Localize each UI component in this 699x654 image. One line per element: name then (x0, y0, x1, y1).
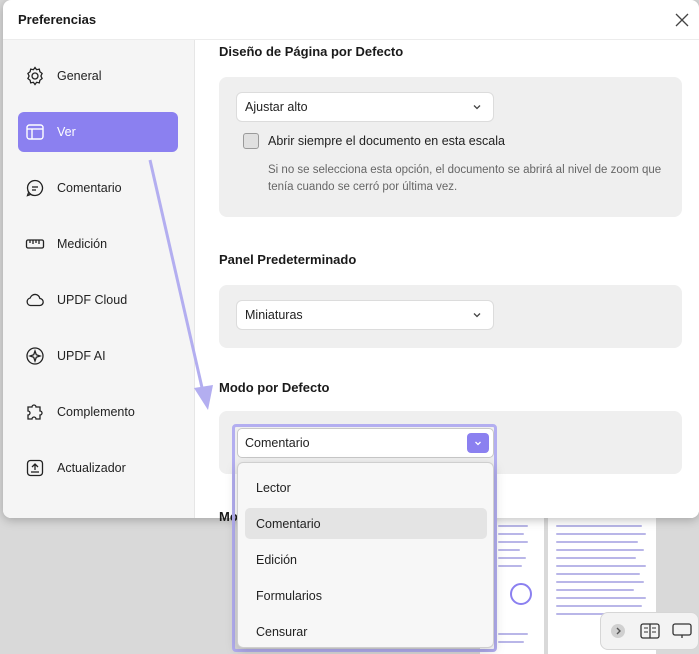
section-title-default-mode: Modo por Defecto (219, 380, 330, 395)
page-layout-select[interactable]: Ajustar alto (236, 92, 494, 122)
sidebar-item-comentario[interactable]: Comentario (18, 168, 178, 208)
sidebar-item-ver[interactable]: Ver (18, 112, 178, 152)
sidebar-item-general[interactable]: General (18, 56, 178, 96)
default-panel-select[interactable]: Miniaturas (236, 300, 494, 330)
sidebar-item-label: Complemento (57, 405, 135, 419)
gear-icon (27, 66, 43, 86)
sidebar-item-label: UPDF AI (57, 349, 106, 363)
sidebar-item-label: Comentario (57, 181, 122, 195)
layout-icon (26, 124, 44, 140)
section-title-default-panel: Panel Predeterminado (219, 252, 357, 267)
update-icon (26, 459, 44, 477)
preferences-sidebar: General Ver Comentario Medición UPDF Clo… (3, 40, 195, 518)
sidebar-item-actualizador[interactable]: Actualizador (18, 448, 178, 488)
close-button[interactable] (671, 9, 693, 31)
default-mode-select-value: Comentario (245, 436, 310, 450)
sidebar-item-label: Actualizador (57, 461, 126, 475)
chevron-down-icon (473, 105, 481, 110)
page-layout-select-value: Ajustar alto (245, 100, 308, 114)
zoom-hint-text: Si no se selecciona esta opción, el docu… (268, 164, 662, 193)
puzzle-icon (27, 404, 43, 420)
sidebar-item-label: General (57, 69, 102, 83)
sidebar-item-label: UPDF Cloud (57, 293, 128, 307)
sidebar-item-medicion[interactable]: Medición (18, 224, 178, 264)
sidebar-item-updf-ai[interactable]: UPDF AI (18, 336, 178, 376)
dropdown-option-formularios[interactable]: Formularios (245, 580, 487, 611)
default-mode-dropdown-menu: Lector Comentario Edición Formularios Ce… (237, 462, 494, 648)
dialog-title: Preferencias (18, 12, 97, 27)
section-title-page-layout: Diseño de Página por Defecto (219, 44, 404, 59)
ruler-icon (25, 239, 45, 249)
always-open-scale-label: Abrir siempre el documento en esta escal… (268, 134, 505, 148)
section-title-partial: Mo (219, 509, 238, 524)
dropdown-toggle-button[interactable] (467, 433, 489, 453)
two-page-view-icon[interactable] (639, 622, 661, 640)
cloud-icon (26, 293, 44, 307)
ai-icon (26, 347, 44, 365)
dropdown-option-comentario[interactable]: Comentario (245, 508, 487, 539)
chevron-down-icon (475, 441, 481, 446)
sidebar-item-label: Ver (57, 125, 76, 139)
background-view-toolbar (600, 612, 699, 650)
sidebar-item-updf-cloud[interactable]: UPDF Cloud (18, 280, 178, 320)
page-layout-card: Ajustar alto Abrir siempre el documento … (219, 77, 682, 217)
chevron-down-icon (473, 313, 481, 318)
comment-icon (26, 179, 44, 197)
close-icon (675, 13, 689, 27)
default-panel-card: Miniaturas (219, 285, 682, 348)
dropdown-option-censurar[interactable]: Censurar (245, 616, 487, 647)
chevron-right-icon[interactable] (607, 622, 629, 640)
default-panel-select-value: Miniaturas (245, 308, 303, 322)
planet-illustration (510, 583, 532, 605)
default-mode-select[interactable]: Comentario (237, 428, 494, 458)
dropdown-option-edicion[interactable]: Edición (245, 544, 487, 575)
presentation-icon[interactable] (671, 622, 693, 640)
dropdown-option-lector[interactable]: Lector (245, 472, 487, 503)
always-open-scale-checkbox[interactable] (243, 133, 259, 149)
sidebar-item-complemento[interactable]: Complemento (18, 392, 178, 432)
sidebar-item-label: Medición (57, 237, 108, 251)
